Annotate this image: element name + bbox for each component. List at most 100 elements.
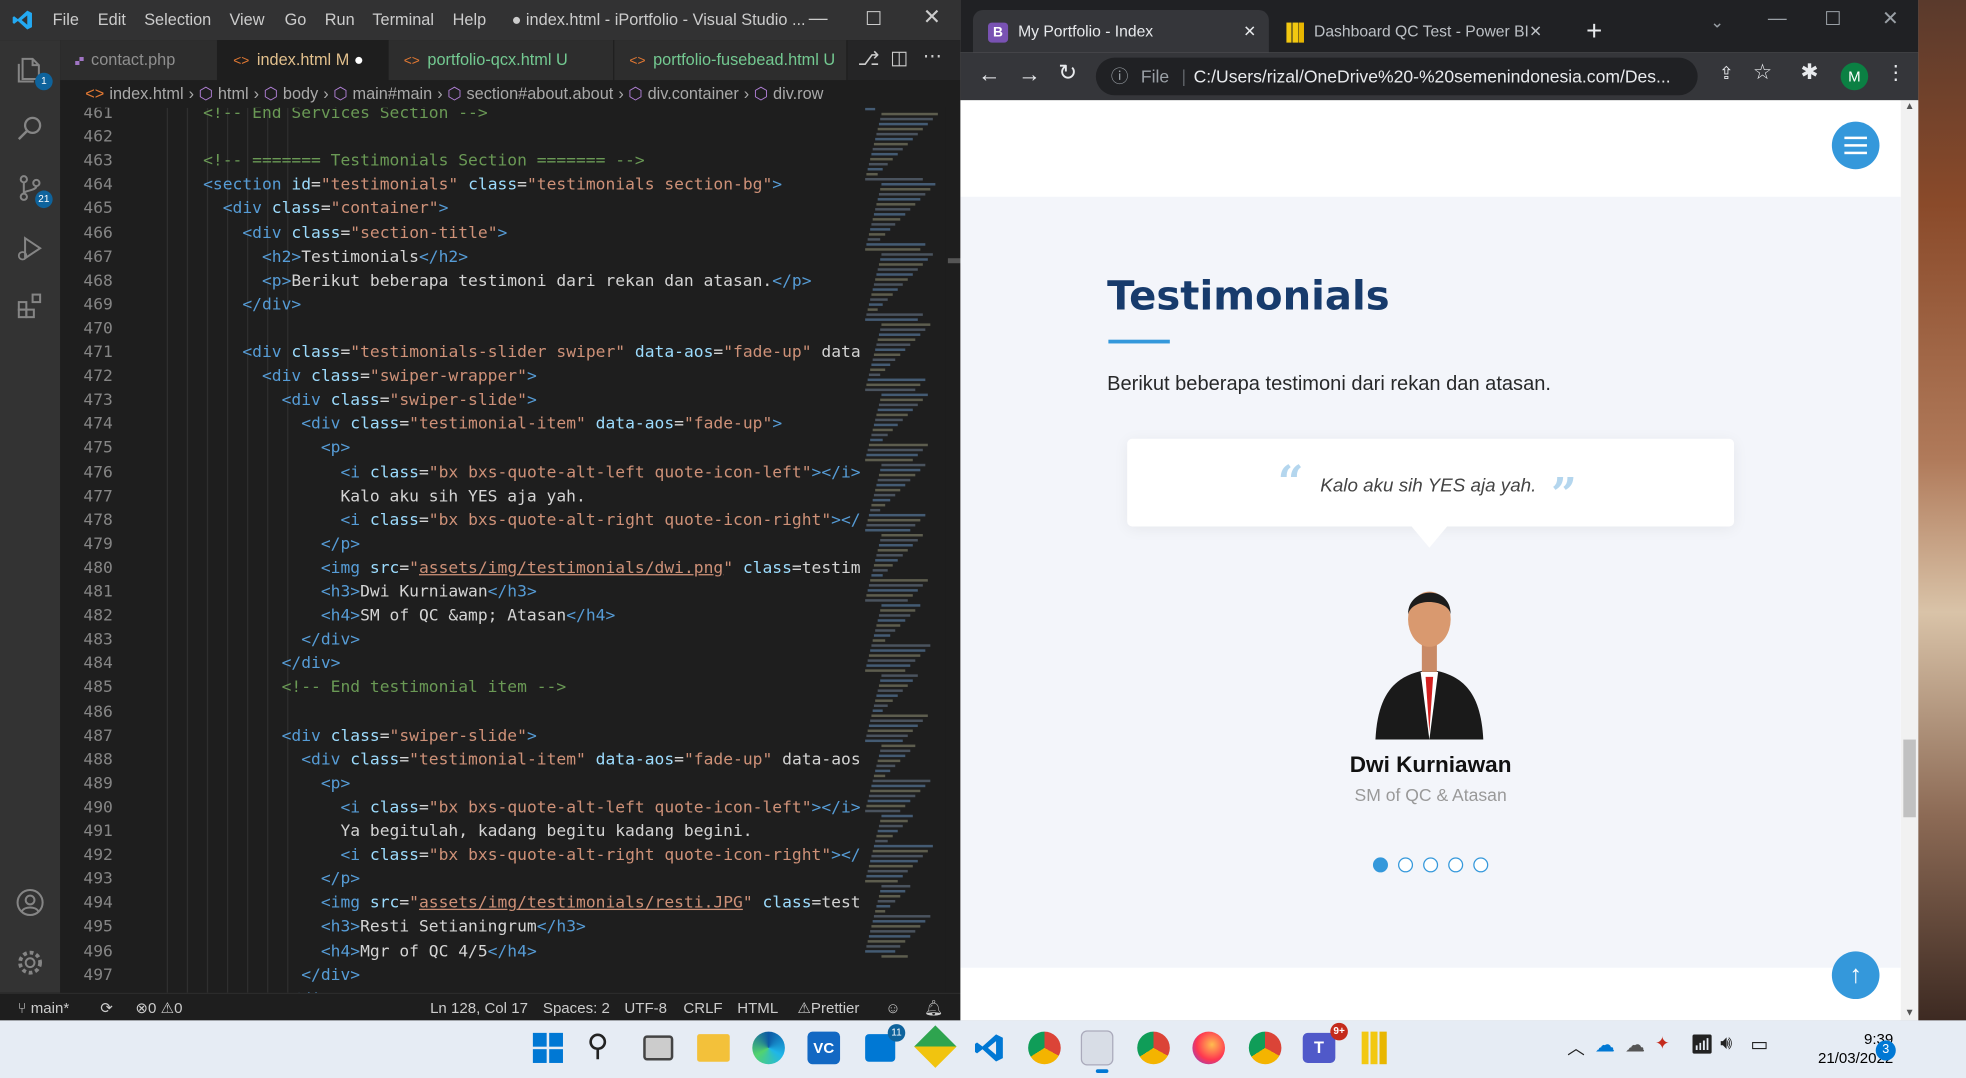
maximize-icon[interactable]: ☐ (865, 8, 882, 31)
editor-scrollbar[interactable] (945, 107, 961, 993)
line-ending[interactable]: CRLF (683, 994, 722, 1022)
volume-icon[interactable]: 🔊︎ (1720, 1033, 1732, 1054)
address-bar[interactable]: ⓘ File | C:/Users/rizal/OneDrive%20-%20se… (1095, 57, 1698, 96)
prettier-status[interactable]: ⚠Prettier (797, 994, 859, 1022)
profile-avatar[interactable]: M (1840, 62, 1869, 91)
branch-status[interactable]: ⑂ main* (18, 994, 70, 1022)
browser-tab-portfolio[interactable]: B My Portfolio - Index ✕ (972, 10, 1269, 53)
problems-status[interactable]: ⊗0 ⚠0 (135, 994, 182, 1022)
firefox-icon[interactable] (1192, 1031, 1225, 1065)
split-editor-icon[interactable]: ◫ (890, 46, 908, 69)
tab-contact-php[interactable]: 🙾 contact.php (60, 40, 219, 81)
menu-view[interactable]: View (229, 10, 264, 29)
menu-edit[interactable]: Edit (98, 10, 126, 29)
pagination-dot[interactable] (1473, 857, 1489, 873)
wifi-icon[interactable]: 📶︎ (1690, 1033, 1714, 1055)
run-debug-icon[interactable] (15, 233, 45, 263)
pagination-dot[interactable] (1398, 857, 1414, 873)
powerbi-taskbar-icon[interactable] (1361, 1031, 1387, 1065)
notifications-bell-icon[interactable]: 🔔︎ (924, 994, 943, 1022)
pagination-dot[interactable] (1423, 857, 1439, 873)
close-icon[interactable]: ✕ (1882, 6, 1899, 31)
code-editor[interactable]: 461 <!-- End Services Section --> 462 463 … (60, 107, 861, 993)
cursor-position[interactable]: Ln 128, Col 17 (430, 994, 528, 1022)
onedrive-business-icon[interactable]: ☁ (1625, 1033, 1645, 1058)
extensions-icon[interactable] (15, 291, 45, 321)
explorer-icon[interactable]: 1 (15, 55, 53, 91)
feedback-icon[interactable]: ☺ (885, 994, 900, 1022)
reload-icon[interactable]: ↻ (1058, 60, 1077, 86)
pagination-dot[interactable] (1448, 857, 1464, 873)
close-tab-icon[interactable]: ✕ (1529, 10, 1542, 53)
new-tab-plus-icon[interactable]: + (1586, 15, 1602, 48)
scroll-thumb[interactable] (1903, 739, 1916, 818)
breadcrumb-item[interactable]: index.html (109, 84, 183, 103)
page-scrollbar[interactable]: ▲ ▼ (1900, 100, 1919, 1021)
tab-index-html[interactable]: <> index.html M ● (218, 40, 389, 81)
onedrive-icon[interactable]: ☁ (1595, 1033, 1615, 1058)
bookmark-star-icon[interactable]: ☆ (1753, 60, 1772, 85)
unsaved-dot-icon[interactable]: ● (354, 50, 364, 69)
encoding[interactable]: UTF-8 (624, 994, 667, 1022)
extensions-puzzle-icon[interactable]: ✱ (1800, 60, 1818, 85)
indentation[interactable]: Spaces: 2 (543, 994, 610, 1022)
breadcrumb-item[interactable]: body (283, 84, 318, 103)
file-explorer-icon[interactable] (697, 1034, 730, 1062)
menu-help[interactable]: Help (453, 10, 487, 29)
chrome-profile-icon[interactable] (1028, 1031, 1061, 1065)
scroll-up-icon[interactable]: ▲ (1905, 100, 1915, 111)
more-actions-icon[interactable]: ⋯ (923, 45, 942, 67)
share-icon[interactable]: ⇪ (1719, 63, 1734, 84)
teams-icon[interactable]: T 9+ (1302, 1022, 1348, 1063)
search-icon[interactable]: ⚲ (587, 1028, 609, 1064)
app-icon[interactable]: VC (807, 1031, 841, 1065)
snipping-tool-icon[interactable] (1080, 1030, 1114, 1073)
task-view-icon[interactable] (643, 1035, 674, 1061)
language-mode[interactable]: HTML (737, 994, 778, 1022)
pagination-dot[interactable] (1372, 857, 1388, 873)
menu-go[interactable]: Go (285, 10, 307, 29)
back-arrow-icon[interactable]: ← (978, 61, 1001, 87)
info-icon[interactable]: ⓘ (1111, 66, 1129, 86)
windows-start-icon[interactable] (532, 1032, 563, 1063)
account-icon[interactable] (15, 887, 45, 917)
edge-icon[interactable] (752, 1031, 785, 1065)
menu-selection[interactable]: Selection (144, 10, 211, 29)
calendar-icon[interactable]: 11 (865, 1024, 906, 1062)
breadcrumb-item[interactable]: div.row (773, 84, 823, 103)
chrome-menu-icon[interactable]: ⋮ (1886, 60, 1906, 85)
minimap[interactable] (860, 107, 946, 993)
vscode-taskbar-icon[interactable] (973, 1032, 1006, 1065)
battery-icon[interactable]: ▭ (1750, 1033, 1768, 1055)
minimize-icon[interactable]: — (809, 8, 828, 29)
chrome-icon[interactable] (1137, 1031, 1170, 1065)
tab-portfolio-fusebead[interactable]: <> portfolio-fusebead.html U (614, 40, 848, 81)
chrome-profile-2-icon[interactable] (1248, 1031, 1282, 1065)
hamburger-menu-button[interactable] (1831, 121, 1880, 170)
source-control-icon[interactable]: 21 (15, 173, 53, 209)
breadcrumb-item[interactable]: div.container (648, 84, 739, 103)
compare-changes-icon[interactable]: ⎇ (858, 48, 880, 70)
show-hidden-icons-chevron[interactable]: ︿ (1567, 1035, 1585, 1060)
breadcrumb-item[interactable]: section#about.about (466, 84, 613, 103)
back-to-top-button[interactable]: ↑ (1831, 951, 1880, 1000)
breadcrumb-item[interactable]: html (218, 84, 249, 103)
minimize-icon[interactable]: — (1768, 8, 1787, 29)
sync-icon[interactable]: ⟳ (100, 994, 113, 1022)
breadcrumb-item[interactable]: main#main (353, 84, 433, 103)
search-icon[interactable] (15, 113, 45, 143)
close-tab-icon[interactable]: ✕ (1243, 10, 1256, 53)
git-tool-icon[interactable] (914, 1025, 957, 1068)
forward-arrow-icon[interactable]: → (1018, 61, 1041, 87)
scroll-down-icon[interactable]: ▼ (1905, 1007, 1915, 1018)
menu-file[interactable]: File (53, 10, 79, 29)
menu-terminal[interactable]: Terminal (372, 10, 434, 29)
menu-run[interactable]: Run (325, 10, 355, 29)
settings-gear-icon[interactable] (15, 948, 45, 978)
tray-app-icon[interactable]: ✦ (1655, 1033, 1670, 1054)
tab-portfolio-qcx[interactable]: <> portfolio-qcx.html U (388, 40, 615, 81)
browser-tab-powerbi[interactable]: Dashboard QC Test - Power BI ✕ (1271, 10, 1557, 53)
maximize-icon[interactable]: ☐ (1824, 8, 1841, 31)
notification-center-badge[interactable]: 3 (1875, 1040, 1896, 1061)
close-icon[interactable]: ✕ (923, 5, 941, 30)
